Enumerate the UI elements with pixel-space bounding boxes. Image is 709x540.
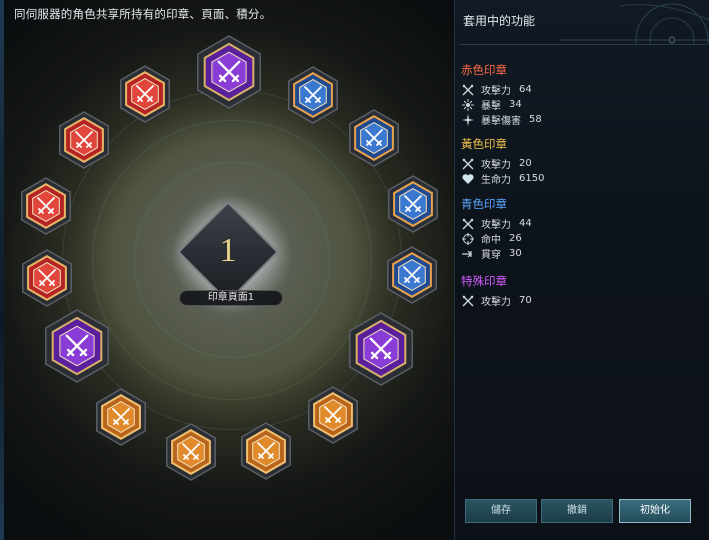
section-red-seal: 赤色印章 攻擊力 64 暴擊 34 暴擊傷害 58 bbox=[461, 62, 542, 127]
stat-row: 暴擊 34 bbox=[461, 97, 542, 112]
save-button[interactable]: 儲存 bbox=[465, 499, 537, 523]
stat-name: 暴擊傷害 bbox=[481, 116, 521, 127]
critical-icon bbox=[461, 98, 475, 111]
seal-slot-blue[interactable] bbox=[383, 174, 443, 234]
stat-row: 貫穿 30 bbox=[461, 246, 532, 261]
undo-button[interactable]: 撤銷 bbox=[541, 499, 613, 523]
page-label[interactable]: 印章頁面1 bbox=[179, 290, 283, 306]
attack-icon bbox=[461, 295, 475, 307]
stat-row: 攻擊力 70 bbox=[461, 293, 532, 308]
stat-row: 命中 26 bbox=[461, 231, 532, 246]
stat-value: 26 bbox=[509, 233, 522, 244]
page-number: 1 bbox=[219, 232, 237, 269]
attack-icon bbox=[461, 218, 475, 230]
stat-name: 暴擊 bbox=[481, 101, 501, 112]
stat-value: 58 bbox=[529, 114, 542, 125]
stat-row: 攻擊力 20 bbox=[461, 156, 544, 171]
stat-row: 暴擊傷害 58 bbox=[461, 112, 542, 127]
panel-header: 套用中的功能 bbox=[455, 0, 709, 44]
seal-slot-orange[interactable] bbox=[161, 422, 221, 482]
section-title: 赤色印章 bbox=[461, 63, 507, 77]
attack-icon bbox=[461, 158, 475, 170]
seal-slot-orange[interactable] bbox=[303, 385, 363, 445]
crosshair-icon bbox=[461, 232, 475, 245]
seal-board: 同伺服器的角色共享所持有的印章、頁面、積分。 1 印章頁面1 bbox=[4, 0, 454, 540]
heart-icon bbox=[461, 173, 475, 185]
stat-row: 生命力 6150 bbox=[461, 171, 544, 186]
stat-row: 攻擊力 64 bbox=[461, 82, 542, 97]
seal-slot-purple[interactable] bbox=[191, 34, 267, 110]
section-title: 青色印章 bbox=[461, 197, 507, 211]
stat-value: 20 bbox=[519, 158, 532, 169]
seal-slot-orange[interactable] bbox=[236, 421, 296, 481]
active-effects-panel: 套用中的功能 赤色印章 攻擊力 64 暴擊 34 暴擊傷害 58 黃色印章 攻擊… bbox=[454, 0, 709, 540]
stat-name: 貫穿 bbox=[481, 250, 501, 261]
section-title: 黃色印章 bbox=[461, 137, 507, 151]
stat-value: 44 bbox=[519, 218, 532, 229]
stat-name: 生命力 bbox=[481, 175, 511, 186]
seal-slot-red[interactable] bbox=[54, 110, 114, 170]
pierce-icon bbox=[461, 248, 475, 260]
reset-button[interactable]: 初始化 bbox=[619, 499, 691, 523]
seal-slot-purple[interactable] bbox=[343, 311, 419, 387]
stat-value: 64 bbox=[519, 84, 532, 95]
attack-icon bbox=[461, 84, 475, 96]
seal-slot-red[interactable] bbox=[16, 176, 76, 236]
stat-row: 攻擊力 44 bbox=[461, 216, 532, 231]
section-title: 特殊印章 bbox=[461, 274, 507, 288]
stat-value: 6150 bbox=[519, 173, 545, 184]
ornament-icon bbox=[560, 3, 709, 44]
stat-value: 34 bbox=[509, 99, 522, 110]
seal-slot-blue[interactable] bbox=[344, 108, 404, 168]
section-yellow-seal: 黃色印章 攻擊力 20 生命力 6150 bbox=[461, 136, 544, 186]
seal-slot-purple[interactable] bbox=[39, 308, 115, 384]
stat-value: 70 bbox=[519, 295, 532, 306]
stat-value: 30 bbox=[509, 248, 522, 259]
stat-name: 命中 bbox=[481, 235, 501, 246]
panel-title: 套用中的功能 bbox=[463, 14, 536, 28]
section-special-seal: 特殊印章 攻擊力 70 bbox=[461, 273, 532, 308]
critical-damage-icon bbox=[461, 113, 475, 126]
seal-slot-blue[interactable] bbox=[283, 65, 343, 125]
seal-slot-blue[interactable] bbox=[382, 245, 442, 305]
panel-divider bbox=[459, 44, 707, 45]
stat-name: 攻擊力 bbox=[481, 220, 511, 231]
seal-slot-orange[interactable] bbox=[91, 387, 151, 447]
stat-name: 攻擊力 bbox=[481, 297, 511, 308]
stat-name: 攻擊力 bbox=[481, 160, 511, 171]
section-cyan-seal: 青色印章 攻擊力 44 命中 26 貫穿 30 bbox=[461, 196, 532, 261]
seal-slot-red[interactable] bbox=[115, 64, 175, 124]
seal-slot-red[interactable] bbox=[17, 248, 77, 308]
instruction-text: 同伺服器的角色共享所持有的印章、頁面、積分。 bbox=[14, 7, 272, 21]
stat-name: 攻擊力 bbox=[481, 86, 511, 97]
